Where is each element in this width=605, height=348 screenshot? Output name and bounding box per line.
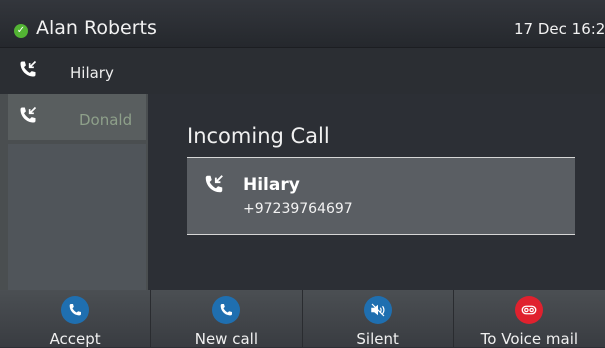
accept-label: Accept [49,330,101,348]
caller-number: +97239764697 [243,201,353,217]
new-call-label: New call [194,330,258,348]
accept-button[interactable]: Accept [0,290,152,348]
softkey-bar: Accept New call Silent To Voice mail [0,290,605,348]
incoming-call-icon [20,60,37,77]
line-name: Hilary [70,64,114,82]
line-item-hilary[interactable]: Hilary [0,48,605,94]
user-name: Alan Roberts [36,17,157,39]
phone-icon [61,296,90,324]
status-check-icon: ✓ [14,24,28,38]
call-list-item-donald[interactable]: Donald [8,94,146,140]
call-list-empty-area [8,144,146,290]
call-list-name: Donald [79,111,133,129]
date-time: 17 Dec 16:22 [514,20,605,38]
new-call-button[interactable]: New call [151,290,303,348]
caller-card[interactable]: Hilary +97239764697 [187,157,575,235]
incoming-call-title: Incoming Call [187,124,330,148]
incoming-call-icon [205,175,223,193]
status-bar: ✓ Alan Roberts 17 Dec 16:22 [0,0,605,48]
speaker-mute-icon [363,296,392,324]
to-voice-mail-label: To Voice mail [480,330,579,348]
caller-name: Hilary [243,175,300,195]
silent-label: Silent [356,330,399,348]
voicemail-icon [515,296,544,324]
silent-button[interactable]: Silent [303,290,454,348]
incoming-call-icon [20,106,37,123]
to-voice-mail-button[interactable]: To Voice mail [454,290,605,348]
phone-icon [212,296,241,324]
call-list-panel: Donald [0,94,148,290]
